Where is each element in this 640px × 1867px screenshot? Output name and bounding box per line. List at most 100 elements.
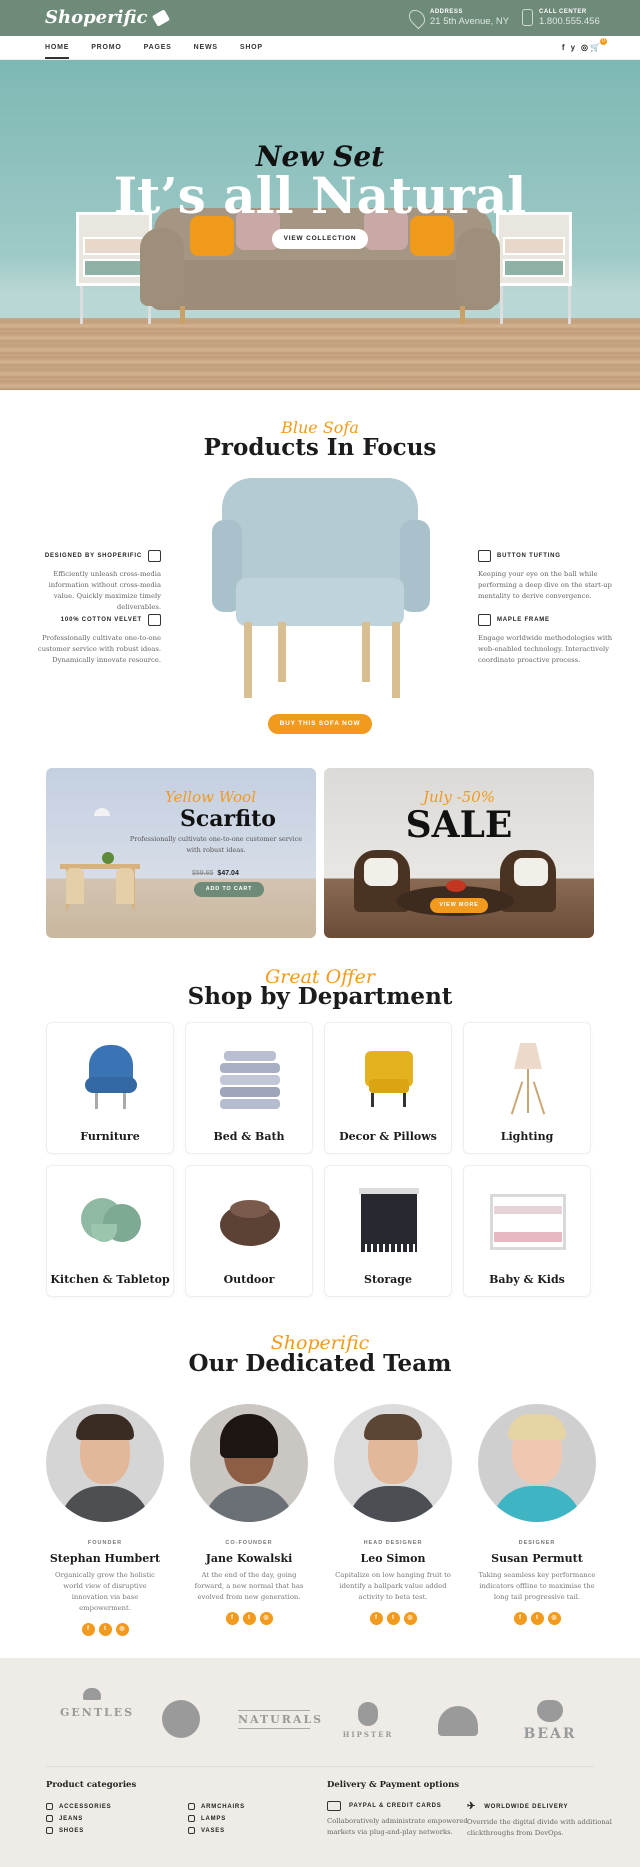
promo-sale[interactable]: July -50% SALE VIEW MORE (324, 768, 594, 938)
tag-icon (148, 550, 161, 562)
category-label: ACCESSORIES (59, 1803, 112, 1810)
facebook-icon[interactable]: f (225, 1612, 239, 1625)
feature-text: Professionally cultivate one-to-one cust… (37, 634, 161, 664)
promo-title: Scarfito (180, 806, 276, 832)
promo-script: Yellow Wool (165, 788, 256, 806)
facebook-icon[interactable]: f (369, 1612, 383, 1625)
member-name: Susan Permutt (491, 1552, 583, 1565)
department-lighting[interactable]: Lighting (463, 1022, 591, 1154)
nav-home[interactable]: HOME (45, 44, 70, 59)
brand-hat[interactable] (438, 1706, 478, 1736)
address-value: 21 5th Avenue, NY (430, 16, 510, 27)
member-social: f t ◎ (334, 1612, 452, 1625)
sofa-icon (478, 550, 491, 562)
category-lamps[interactable]: LAMPS (188, 1815, 226, 1822)
member-description: At the end of the day, going forward, a … (194, 1571, 304, 1601)
cart-icon[interactable]: 🛒 (590, 43, 600, 52)
feature-title: MAPLE FRAME (497, 617, 550, 623)
view-collection-button[interactable]: VIEW COLLECTION (272, 229, 368, 249)
top-bar: Shoperific ADDRESS 21 5th Avenue, NY CALL… (0, 0, 640, 36)
phone-icon (522, 9, 533, 26)
instagram-icon[interactable]: ◎ (259, 1612, 273, 1625)
delivery-paypal: PAYPAL & CREDIT CARDS Collaboratively ad… (327, 1801, 477, 1838)
delivery-worldwide: ✈ WORLDWIDE DELIVERY Override the digital… (467, 1801, 617, 1839)
category-shoes[interactable]: SHOES (46, 1827, 84, 1834)
department-outdoor[interactable]: Outdoor (185, 1165, 313, 1297)
team-member-leo: HEAD DESIGNER Leo Simon Capitalize on lo… (334, 1404, 452, 1625)
lamp-icon (188, 1815, 195, 1822)
department-bed-bath[interactable]: Bed & Bath (185, 1022, 313, 1154)
promo-title: SALE (405, 804, 513, 846)
department-label: Outdoor (223, 1273, 275, 1286)
department-furniture[interactable]: Furniture (46, 1022, 174, 1154)
department-kitchen[interactable]: Kitchen & Tabletop (46, 1165, 174, 1297)
twitter-icon[interactable]: t (242, 1612, 256, 1625)
brand-bear[interactable]: BEAR (520, 1700, 580, 1742)
nav-news[interactable]: NEWS (194, 44, 218, 51)
category-jeans[interactable]: JEANS (46, 1815, 83, 1822)
instagram-icon[interactable]: ◎ (115, 1623, 129, 1636)
category-vases[interactable]: VASES (188, 1827, 225, 1834)
facebook-icon[interactable]: f (513, 1612, 527, 1625)
towels-image (220, 1041, 280, 1111)
facebook-icon[interactable]: f (81, 1623, 95, 1636)
add-to-cart-button[interactable]: ADD TO CART (194, 882, 264, 897)
department-baby-kids[interactable]: Baby & Kids (463, 1165, 591, 1297)
buy-sofa-button[interactable]: BUY THIS SOFA NOW (268, 714, 372, 734)
vase-icon (188, 1827, 195, 1834)
department-storage[interactable]: Storage (324, 1165, 452, 1297)
promo-scarfito[interactable]: Yellow Wool Scarfito Professionally cult… (46, 768, 316, 938)
nav-shop[interactable]: SHOP (240, 44, 263, 51)
department-decor[interactable]: Decor & Pillows (324, 1022, 452, 1154)
feature-text: Engage worldwide methodologies with web-… (478, 634, 613, 664)
department-label: Baby & Kids (489, 1273, 565, 1286)
category-accessories[interactable]: ACCESSORIES (46, 1803, 111, 1810)
department-label: Bed & Bath (213, 1130, 285, 1143)
twitter-icon[interactable]: t (530, 1612, 544, 1625)
feature-tufting: BUTTON TUFTING Keeping your eye on the b… (478, 550, 613, 602)
avatar (190, 1404, 308, 1522)
category-label: ARMCHAIRS (201, 1803, 245, 1810)
twitter-icon[interactable]: t (98, 1623, 112, 1636)
twitter-icon[interactable]: t (386, 1612, 400, 1625)
old-price: $59.65 (192, 870, 214, 877)
instagram-icon[interactable]: ◎ (581, 43, 588, 52)
social-links: f y ◎ (562, 43, 588, 52)
brand-hipster[interactable]: HIPSTER (340, 1702, 396, 1739)
instagram-icon[interactable]: ◎ (403, 1612, 417, 1625)
categories-heading: Product categories (46, 1780, 137, 1790)
brand-mountain[interactable] (162, 1700, 200, 1738)
call-label: CALL CENTER (539, 9, 587, 15)
member-name: Stephan Humbert (49, 1552, 161, 1565)
wicker-chair-image (220, 1184, 280, 1254)
member-role: DESIGNER (518, 1540, 556, 1546)
feature-designed: DESIGNED BY SHOPERIFIC Efficiently unlea… (26, 550, 161, 613)
brand-gentles[interactable]: GENTLES (60, 1688, 132, 1719)
twitter-icon[interactable]: y (571, 43, 575, 52)
department-title: Shop by Department (187, 983, 453, 1010)
jeans-icon (46, 1815, 53, 1822)
facebook-icon[interactable]: f (562, 43, 565, 52)
instagram-icon[interactable]: ◎ (547, 1612, 561, 1625)
brand-naturals[interactable]: NATURALS (238, 1710, 321, 1729)
member-social: f t ◎ (478, 1612, 596, 1625)
nav-pages[interactable]: PAGES (144, 44, 172, 51)
feature-text: Keeping your eye on the ball while perfo… (478, 570, 612, 600)
footer: GENTLES NATURALS HIPSTER BEAR Product ca… (0, 1658, 640, 1867)
delivery-title: WORLDWIDE DELIVERY (484, 1803, 569, 1810)
view-more-button[interactable]: VIEW MORE (430, 898, 488, 913)
call-center-block: CALL CENTER 1.800.555.456 (522, 8, 600, 27)
call-value[interactable]: 1.800.555.456 (539, 16, 600, 27)
delivery-title: PAYPAL & CREDIT CARDS (349, 1803, 442, 1809)
feature-maple: MAPLE FRAME Engage worldwide methodologi… (478, 614, 613, 666)
department-label: Decor & Pillows (339, 1130, 437, 1143)
shirt-icon (148, 614, 161, 626)
category-armchairs[interactable]: ARMCHAIRS (188, 1803, 245, 1810)
feature-title: BUTTON TUFTING (497, 553, 561, 559)
nav-promo[interactable]: PROMO (91, 44, 121, 51)
tag-icon (151, 9, 170, 27)
team-member-susan: DESIGNER Susan Permutt Taking seamless k… (478, 1404, 596, 1625)
member-description: Organically grow the holistic world view… (55, 1571, 155, 1612)
logo[interactable]: Shoperific (45, 7, 170, 28)
glasses-icon (46, 1803, 53, 1810)
